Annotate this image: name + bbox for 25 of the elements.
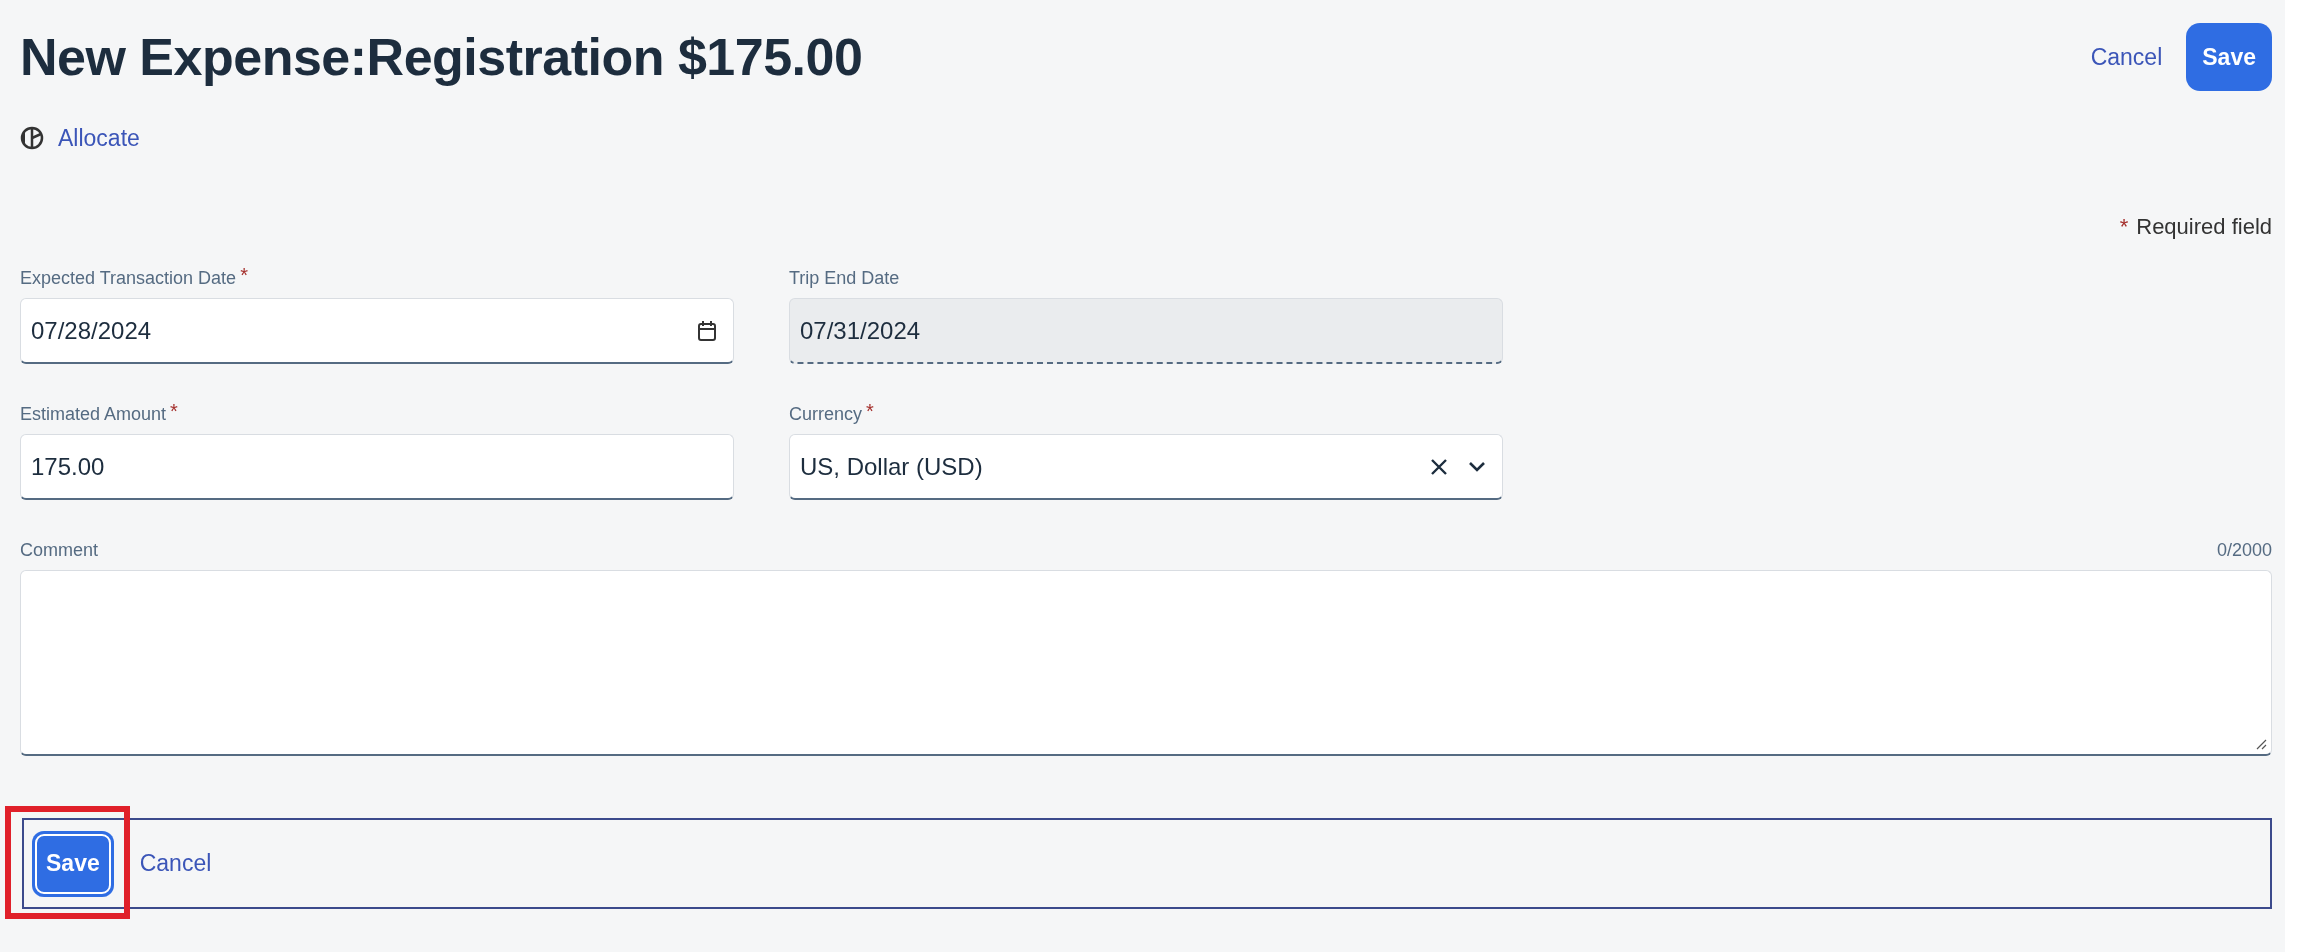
character-counter: 0/2000 (2216, 540, 2272, 561)
required-mark: * (170, 404, 178, 418)
field-label: Estimated Amount (20, 404, 167, 425)
cancel-link[interactable]: Cancel (139, 850, 212, 877)
input-field[interactable]: 175.00 (20, 434, 734, 500)
currency-select[interactable]: US, Dollar (USD) (789, 434, 1503, 500)
save-button[interactable]: Save (2186, 23, 2272, 91)
required-note: Required field (2136, 214, 2272, 240)
pie-chart-icon (20, 126, 44, 150)
field-label: Expected Transaction Date (20, 268, 237, 289)
allocate-link[interactable]: Allocate (58, 124, 140, 152)
chevron-down-icon[interactable] (1468, 460, 1486, 473)
clear-icon[interactable] (1430, 457, 1448, 476)
date-field[interactable]: 07/28/2024 (20, 298, 734, 364)
required-mark: * (240, 268, 248, 282)
field-label: Trip End Date (789, 268, 900, 289)
cancel-link[interactable]: Cancel (2090, 43, 2163, 71)
calendar-icon[interactable] (697, 319, 717, 342)
save-button[interactable]: Save (32, 830, 114, 897)
required-mark: * (2119, 214, 2129, 240)
field-label: Currency (789, 404, 863, 425)
required-mark: * (866, 404, 874, 418)
resize-grip-icon[interactable] (2255, 738, 2267, 750)
page-title: New Expense:Registration $175.00 (20, 27, 863, 87)
field-label: Comment (20, 540, 99, 561)
